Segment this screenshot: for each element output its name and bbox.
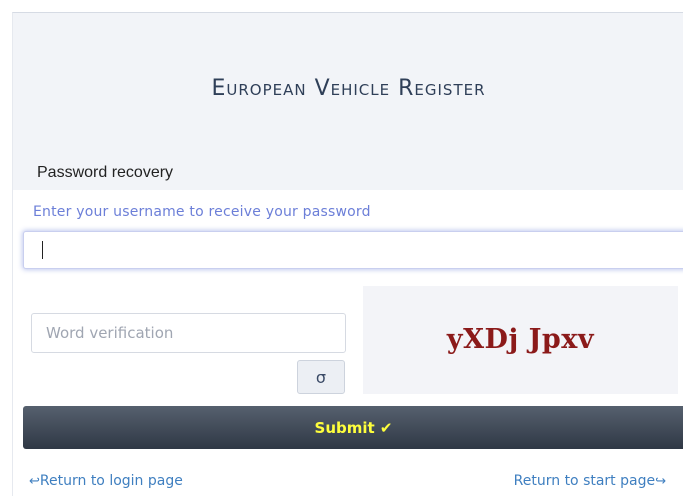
return-arrow-left-icon: ↩ — [29, 474, 40, 489]
captcha-image: yXDj Jpxv — [363, 286, 678, 394]
return-arrow-right-icon: ↪ — [655, 474, 666, 489]
refresh-captcha-button[interactable]: σ — [297, 360, 345, 394]
captcha-text: yXDj Jpxv — [446, 324, 595, 355]
recovery-panel: European Vehicle Register Password recov… — [12, 12, 683, 497]
return-to-start-label: Return to start page — [513, 473, 656, 489]
return-to-login-link[interactable]: ↩Return to login page — [29, 472, 183, 491]
refresh-icon: σ — [315, 368, 327, 387]
submit-button[interactable]: Submit ✔ — [23, 406, 683, 449]
return-to-start-link[interactable]: Return to start page↪ — [514, 472, 666, 491]
page-title: European Vehicle Register — [211, 76, 486, 101]
return-to-login-label: Return to login page — [39, 473, 183, 489]
word-verification-input[interactable] — [31, 313, 346, 353]
username-input[interactable] — [23, 231, 683, 269]
text-cursor — [42, 241, 43, 259]
recovery-form: Enter your username to receive your pass… — [13, 190, 683, 497]
section-title: Password recovery — [37, 164, 174, 181]
username-hint: Enter your username to receive your pass… — [33, 204, 371, 220]
